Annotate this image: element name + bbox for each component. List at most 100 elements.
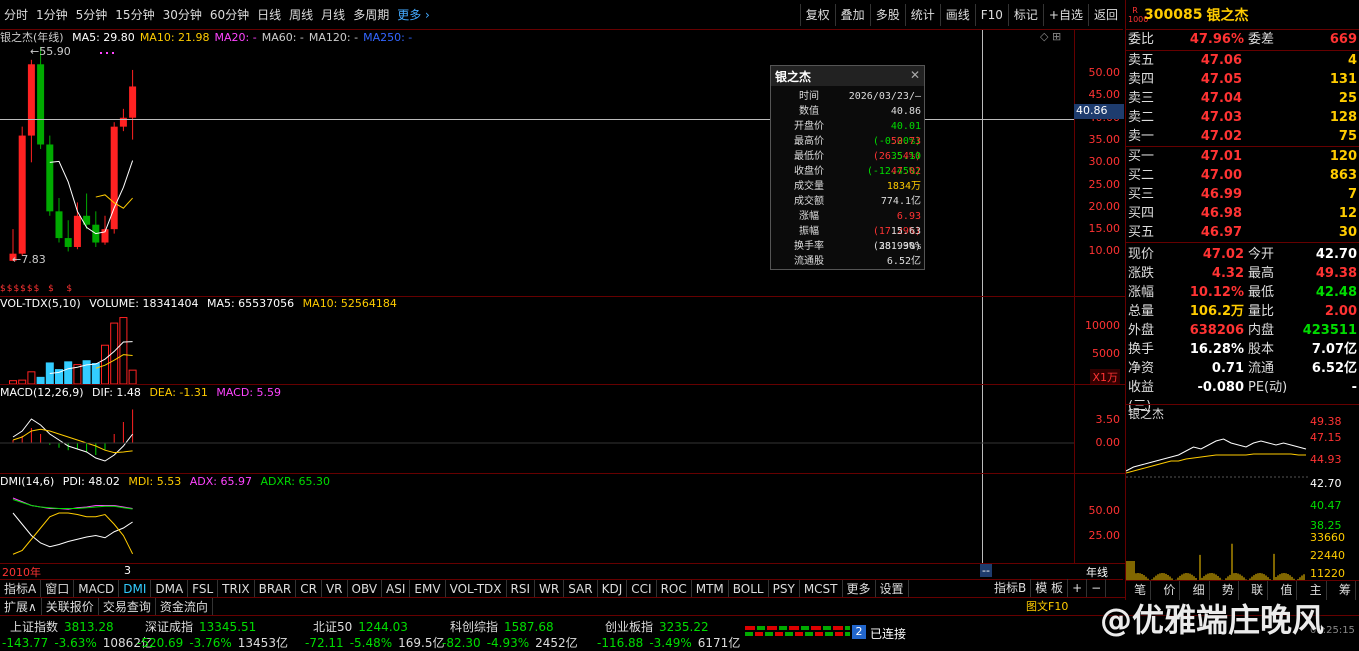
- popup-row: 最低价 35.10 (-12.45%): [771, 149, 924, 177]
- popup-row-label: 换手率: [794, 241, 824, 252]
- add-tab-icon[interactable]: +: [1068, 579, 1088, 597]
- indicator-tab-mtm[interactable]: MTM: [692, 580, 729, 597]
- index-change-row: -520.69 -3.76% 13453亿: [137, 636, 288, 650]
- index-name-row[interactable]: 北证50 1244.03: [313, 618, 408, 635]
- popup-row-label: 最低价: [794, 151, 824, 162]
- toolbar-button-0[interactable]: 复权: [799, 4, 835, 26]
- top-toolbar: 分时 1分钟 5分钟 15分钟 30分钟 60分钟 日线 周线 月线 多周期 更多 › 复权 叠加 多股…: [0, 0, 1123, 30]
- timeframe-tab-2[interactable]: 5分钟: [72, 6, 112, 23]
- indicator-tab-trix[interactable]: TRIX: [218, 580, 255, 597]
- indicator-tab-设置[interactable]: 设置: [876, 580, 909, 597]
- indicator-tab-mcst[interactable]: MCST: [800, 580, 843, 597]
- timeframe-tab-0[interactable]: 分时: [0, 6, 32, 23]
- toolbar-button-8[interactable]: 返回: [1087, 4, 1123, 26]
- toolbar-tools: 复权 叠加 多股 统计 画线 F10 标记 +自选 返回: [799, 0, 1123, 30]
- marker-dot: [100, 52, 102, 54]
- volume-title: VOL-TDX(5,10) VOLUME: 18341404 MA5: 6553…: [0, 297, 397, 310]
- indicator-b-tab[interactable]: 指标B: [990, 579, 1032, 597]
- index-name-row[interactable]: 创业板指 3235.22: [605, 618, 709, 635]
- quote-panel: R 1000 300085 银之杰 委比 47.96% 委差 669 卖五 47.06 4…: [1125, 0, 1359, 600]
- index-name-row[interactable]: 上证指数 3813.28: [10, 618, 114, 635]
- popup-row-label: 最高价: [794, 136, 824, 147]
- indicator-tab-dma[interactable]: DMA: [151, 580, 189, 597]
- toolbar-button-1[interactable]: 叠加: [834, 4, 870, 26]
- index-name-row[interactable]: 深证成指 13345.51: [145, 618, 256, 635]
- bottom-tab-0[interactable]: 扩展∧: [0, 598, 42, 615]
- toolbar-button-6[interactable]: 标记: [1007, 4, 1043, 26]
- index-name-row[interactable]: 科创综指 1587.68: [450, 618, 554, 635]
- quote-tab-7[interactable]: 筹: [1335, 581, 1356, 600]
- quote-stat-row: 涨幅 10.12% 最低 42.48: [1128, 285, 1357, 300]
- popup-row-value: 50.73 (26.54%): [872, 136, 921, 162]
- indicator-tab-vr[interactable]: VR: [322, 580, 348, 597]
- mini-axis-tick: 47.15: [1310, 431, 1342, 444]
- indicator-tab-boll[interactable]: BOLL: [729, 580, 769, 597]
- main-chart-title: 银之杰(年线) MA5: 29.80 MA10: 21.98 MA20: - MA60…: [0, 29, 422, 44]
- macd-chart[interactable]: [0, 400, 1074, 473]
- more-timeframes-button[interactable]: 更多 ›: [393, 6, 434, 23]
- indicator-tab-emv[interactable]: EMV: [410, 580, 446, 597]
- candle-body: [46, 144, 54, 212]
- dmi-chart[interactable]: [0, 489, 1074, 563]
- indicator-tab-brar[interactable]: BRAR: [255, 580, 297, 597]
- indicator-tab-wr[interactable]: WR: [535, 580, 565, 597]
- toolbar-button-3[interactable]: 统计: [904, 4, 940, 26]
- index-change-row: -116.88 -3.49% 6171亿: [597, 636, 741, 650]
- template-tab[interactable]: 模 板: [1031, 579, 1069, 597]
- indicator-tab-roc[interactable]: ROC: [657, 580, 692, 597]
- timeframe-tab-7[interactable]: 周线: [285, 6, 317, 23]
- timeframe-tab-4[interactable]: 30分钟: [159, 6, 206, 23]
- popup-row-value: 774.1亿: [880, 196, 921, 207]
- indicator-tab-窗口[interactable]: 窗口: [41, 580, 75, 597]
- indicator-tab-psy[interactable]: PSY: [769, 580, 800, 597]
- toolbar-button-2[interactable]: 多股: [869, 4, 905, 26]
- toolbar-button-5[interactable]: F10: [974, 4, 1008, 26]
- stock-code: 300085: [1144, 6, 1203, 23]
- indicator-tab-cci[interactable]: CCI: [627, 580, 657, 597]
- indicator-tab-asi[interactable]: ASI: [382, 580, 411, 597]
- timeframe-tab-6[interactable]: 日线: [253, 6, 285, 23]
- close-icon[interactable]: ✕: [910, 68, 920, 84]
- quote-stat-row: 收益(三) -0.080 PE(动) -: [1128, 380, 1357, 414]
- indicator-tab-obv[interactable]: OBV: [348, 580, 383, 597]
- timeframe-tab-9[interactable]: 多周期: [349, 6, 393, 23]
- indicator-tab-rsi[interactable]: RSI: [507, 580, 536, 597]
- price-axis-tick: 50.00: [1088, 66, 1121, 80]
- bottom-tab-1[interactable]: 关联报价: [42, 598, 99, 615]
- indicator-tab-macd[interactable]: MACD: [74, 580, 120, 597]
- volume-chart[interactable]: [0, 312, 1074, 384]
- macd-axis: 3.50 0.00: [1074, 385, 1124, 473]
- price-axis-tick: 25.00: [1088, 177, 1121, 191]
- popup-row-value: 1834万: [886, 181, 921, 192]
- indicator-tab-sar[interactable]: SAR: [564, 580, 598, 597]
- toolbar-button-7[interactable]: +自选: [1042, 4, 1088, 26]
- popup-row-value: 35.10 (-12.45%): [866, 151, 921, 177]
- toolbar-button-4[interactable]: 画线: [939, 4, 975, 26]
- indicator-tab-指标a[interactable]: 指标A: [0, 580, 42, 597]
- bottom-tab-2[interactable]: 交易查询: [99, 598, 156, 615]
- timeframe-tab-5[interactable]: 60分钟: [206, 6, 253, 23]
- indicator-tab-kdj[interactable]: KDJ: [598, 580, 628, 597]
- popup-row-value: 40.86: [890, 106, 921, 117]
- popup-row: 涨幅 6.93 (17.29%): [771, 209, 924, 237]
- indicator-tab-更多[interactable]: 更多: [843, 580, 876, 597]
- timeframe-tab-8[interactable]: 月线: [317, 6, 349, 23]
- popup-row-value: 15.63 (38.99%): [872, 226, 921, 252]
- stock-name: 银之杰: [1206, 7, 1249, 24]
- indicator-tab-fsl[interactable]: FSL: [188, 580, 219, 597]
- mini-axis-tick: 49.38: [1310, 415, 1342, 428]
- popup-title: 银之杰: [775, 70, 812, 84]
- timeframe-tab-1[interactable]: 1分钟: [32, 6, 72, 23]
- intraday-mini-chart[interactable]: [1126, 421, 1308, 581]
- indicator-tab-cr[interactable]: CR: [296, 580, 322, 597]
- bottom-tab-3[interactable]: 资金流向: [156, 598, 213, 615]
- popup-row-label: 成交量: [794, 181, 824, 192]
- f10-label[interactable]: 图文F10: [1026, 598, 1068, 614]
- quote-stat-row: 外盘 638206 内盘 423511: [1128, 323, 1357, 338]
- timeframe-tab-3[interactable]: 15分钟: [111, 6, 158, 23]
- market-breadth-bars: [745, 626, 850, 640]
- indicator-tab-vol-tdx[interactable]: VOL-TDX: [446, 580, 507, 597]
- quote-stats: 现价 47.02 今开 42.70 涨跌 4.32 最高 49.38 涨幅 10.12% 最低 42.…: [1126, 243, 1359, 414]
- price-axis-tick: 35.00: [1088, 133, 1121, 147]
- indicator-tab-dmi[interactable]: DMI: [119, 580, 152, 597]
